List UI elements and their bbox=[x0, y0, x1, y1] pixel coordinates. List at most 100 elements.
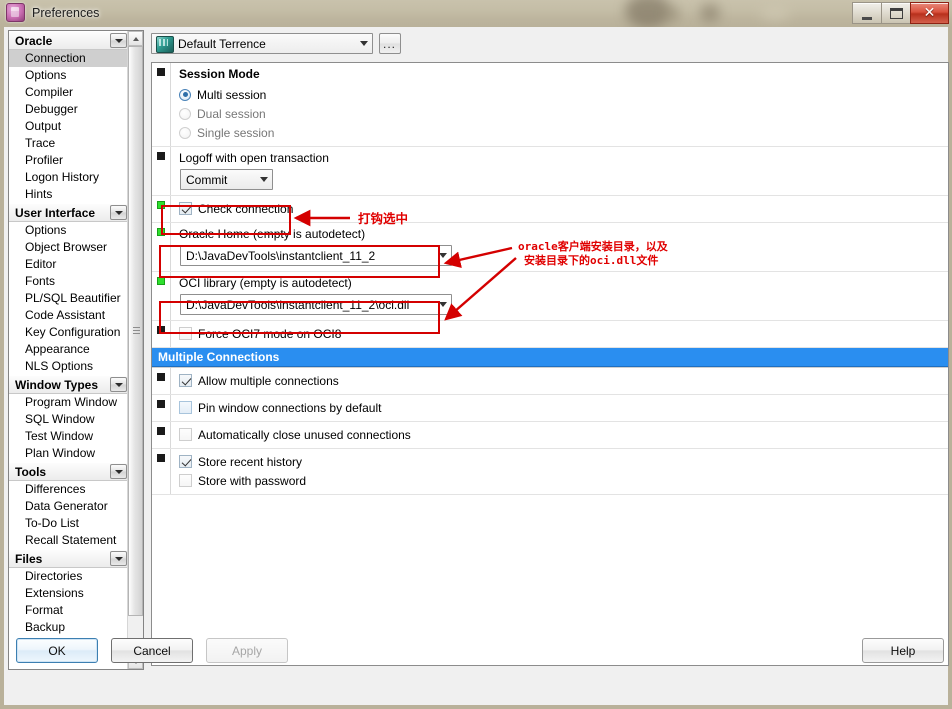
store-history-body: Store recent history Store with password bbox=[170, 449, 948, 494]
sidebar-group-oracle[interactable]: Oracle bbox=[9, 31, 129, 50]
sidebar-item-to-do-list[interactable]: To-Do List bbox=[9, 515, 129, 532]
sidebar-item-appearance[interactable]: Appearance bbox=[9, 341, 129, 358]
titlebar-blur-2 bbox=[700, 4, 720, 22]
default-marker-icon bbox=[157, 152, 165, 160]
oracle-home-value[interactable]: D:\JavaDevTools\instantclient_11_2 bbox=[181, 249, 434, 263]
sidebar-item-program-window[interactable]: Program Window bbox=[9, 394, 129, 411]
checkbox-icon-store-recent[interactable] bbox=[179, 455, 192, 468]
sidebar-item-pl-sql-beautifier[interactable]: PL/SQL Beautifier bbox=[9, 290, 129, 307]
profile-row[interactable]: Default Terrence ... bbox=[151, 33, 401, 54]
sidebar-item-extensions[interactable]: Extensions bbox=[9, 585, 129, 602]
checkbox-icon-store-password[interactable] bbox=[179, 474, 192, 487]
chevron-down-icon bbox=[259, 177, 268, 182]
radio-single-session[interactable]: Single session bbox=[179, 123, 948, 142]
sidebar-group-toggle-button[interactable] bbox=[110, 205, 127, 220]
sidebar-item-profiler[interactable]: Profiler bbox=[9, 152, 129, 169]
oci-library-combo[interactable]: D:\JavaDevTools\instantclient_11_2\oci.d… bbox=[180, 294, 452, 315]
maximize-button[interactable] bbox=[881, 2, 911, 24]
window-controls[interactable]: ✕ bbox=[852, 2, 949, 24]
sidebar-item-format[interactable]: Format bbox=[9, 602, 129, 619]
checkbox-icon-force-oci7[interactable] bbox=[179, 327, 192, 340]
sidebar-item-fonts[interactable]: Fonts bbox=[9, 273, 129, 290]
sidebar-item-differences[interactable]: Differences bbox=[9, 481, 129, 498]
sidebar-group-tools[interactable]: Tools bbox=[9, 462, 129, 481]
sidebar-group-label: Window Types bbox=[15, 377, 99, 392]
checkbox-auto-close[interactable]: Automatically close unused connections bbox=[179, 425, 948, 444]
profile-more-button[interactable]: ... bbox=[379, 33, 401, 54]
checkbox-icon-pin-window[interactable] bbox=[179, 401, 192, 414]
sidebar-item-sql-window[interactable]: SQL Window bbox=[9, 411, 129, 428]
sidebar-item-connection[interactable]: Connection bbox=[9, 50, 129, 67]
checkbox-check-connection[interactable]: Check connection bbox=[179, 199, 948, 218]
sidebar-item-directories[interactable]: Directories bbox=[9, 568, 129, 585]
checkbox-icon-check-connection[interactable] bbox=[179, 202, 192, 215]
checkbox-icon-allow-multiple[interactable] bbox=[179, 374, 192, 387]
scrollbar-thumb[interactable] bbox=[128, 46, 143, 616]
profile-combo[interactable]: Default Terrence bbox=[151, 33, 373, 54]
checkbox-force-oci7[interactable]: Force OCI7 mode on OCI8 bbox=[179, 324, 948, 343]
sidebar-group-toggle-button[interactable] bbox=[110, 33, 127, 48]
radio-label-multi: Multi session bbox=[197, 87, 267, 102]
checkbox-icon-auto-close[interactable] bbox=[179, 428, 192, 441]
logoff-value: Commit bbox=[186, 172, 228, 187]
sidebar-item-options[interactable]: Options bbox=[9, 67, 129, 84]
checkbox-store-password[interactable]: Store with password bbox=[179, 471, 948, 490]
default-marker-icon bbox=[157, 400, 165, 408]
oci-library-combo-arrow[interactable] bbox=[434, 295, 451, 314]
sidebar-item-test-window[interactable]: Test Window bbox=[9, 428, 129, 445]
radio-icon-single[interactable] bbox=[179, 126, 191, 139]
oracle-home-combo-arrow[interactable] bbox=[434, 246, 451, 265]
sidebar-item-logon-history[interactable]: Logon History bbox=[9, 169, 129, 186]
radio-icon-dual[interactable] bbox=[179, 107, 191, 120]
sidebar-group-toggle-button[interactable] bbox=[110, 377, 127, 392]
oci-library-body: OCI library (empty is autodetect) D:\Jav… bbox=[170, 272, 948, 320]
sidebar-item-object-browser[interactable]: Object Browser bbox=[9, 239, 129, 256]
sidebar-item-code-assistant[interactable]: Code Assistant bbox=[9, 307, 129, 324]
cancel-button[interactable]: Cancel bbox=[111, 638, 193, 663]
sidebar-item-key-configuration[interactable]: Key Configuration bbox=[9, 324, 129, 341]
sidebar-item-compiler[interactable]: Compiler bbox=[9, 84, 129, 101]
sidebar-item-plan-window[interactable]: Plan Window bbox=[9, 445, 129, 462]
sidebar-item-debugger[interactable]: Debugger bbox=[9, 101, 129, 118]
close-button[interactable]: ✕ bbox=[910, 2, 949, 24]
sidebar-group-user-interface[interactable]: User Interface bbox=[9, 203, 129, 222]
sidebar-group-files[interactable]: Files bbox=[9, 549, 129, 568]
sidebar-item-data-generator[interactable]: Data Generator bbox=[9, 498, 129, 515]
sidebar-item-output[interactable]: Output bbox=[9, 118, 129, 135]
sidebar-scrollbar[interactable] bbox=[127, 31, 143, 669]
sidebar-item-editor[interactable]: Editor bbox=[9, 256, 129, 273]
sidebar-group-toggle-button[interactable] bbox=[110, 551, 127, 566]
category-list[interactable]: Oracle Connection Options Compiler Debugger O… bbox=[9, 31, 129, 669]
checkbox-store-recent[interactable]: Store recent history bbox=[179, 452, 948, 471]
logoff-combo-arrow[interactable] bbox=[255, 170, 272, 189]
radio-dual-session[interactable]: Dual session bbox=[179, 104, 948, 123]
sidebar-item-hints[interactable]: Hints bbox=[9, 186, 129, 203]
oracle-home-combo[interactable]: D:\JavaDevTools\instantclient_11_2 bbox=[180, 245, 452, 266]
close-icon: ✕ bbox=[923, 5, 936, 21]
title-bar[interactable]: Preferences ✕ bbox=[0, 0, 952, 27]
sidebar-item-nls-options[interactable]: NLS Options bbox=[9, 358, 129, 375]
checkbox-pin-window[interactable]: Pin window connections by default bbox=[179, 398, 948, 417]
help-button[interactable]: Help bbox=[862, 638, 944, 663]
sidebar-group-toggle-button[interactable] bbox=[110, 464, 127, 479]
allow-multiple-body: Allow multiple connections bbox=[170, 368, 948, 394]
category-sidebar[interactable]: Oracle Connection Options Compiler Debugger O… bbox=[8, 30, 144, 670]
sidebar-group-window-types[interactable]: Window Types bbox=[9, 375, 129, 394]
row-marker bbox=[152, 422, 170, 435]
oci-library-value[interactable]: D:\JavaDevTools\instantclient_11_2\oci.d… bbox=[181, 298, 434, 312]
title-bar-left: Preferences bbox=[6, 3, 99, 22]
sidebar-item-trace[interactable]: Trace bbox=[9, 135, 129, 152]
profile-combo-arrow[interactable] bbox=[355, 34, 372, 53]
logoff-combo[interactable]: Commit bbox=[180, 169, 273, 190]
sidebar-item-options[interactable]: Options bbox=[9, 222, 129, 239]
checkbox-allow-multiple[interactable]: Allow multiple connections bbox=[179, 371, 948, 390]
radio-multi-session[interactable]: Multi session bbox=[179, 85, 948, 104]
pin-window-body: Pin window connections by default bbox=[170, 395, 948, 421]
ok-button[interactable]: OK bbox=[16, 638, 98, 663]
minimize-button[interactable] bbox=[852, 2, 882, 24]
radio-icon-multi[interactable] bbox=[179, 88, 191, 101]
sidebar-item-recall-statement[interactable]: Recall Statement bbox=[9, 532, 129, 549]
default-marker-icon bbox=[157, 68, 165, 76]
sidebar-group-label: Files bbox=[15, 551, 43, 566]
scroll-up-button[interactable] bbox=[128, 31, 143, 46]
